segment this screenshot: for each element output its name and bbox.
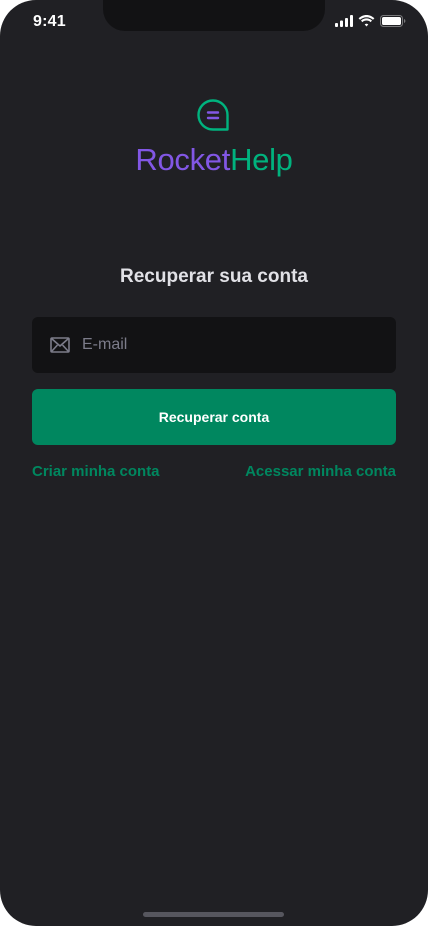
page-title: Recuperar sua conta	[120, 266, 308, 287]
cellular-signal-icon	[335, 15, 353, 27]
brand-logotype: RocketHelp	[0, 142, 428, 178]
chat-bubble-icon	[196, 98, 230, 132]
recover-account-button[interactable]: Recuperar conta	[32, 389, 396, 445]
status-time: 9:41	[33, 13, 66, 30]
access-account-link[interactable]: Acessar minha conta	[245, 463, 396, 480]
app-screen: 9:41 RocketHelp Recuperar sua conta E-ma…	[0, 0, 428, 926]
email-field[interactable]	[32, 317, 396, 373]
brand-name-part2: Help	[230, 142, 293, 177]
email-input[interactable]	[80, 324, 380, 366]
create-account-link[interactable]: Criar minha conta	[32, 463, 160, 480]
home-indicator[interactable]	[143, 912, 284, 917]
status-icons	[335, 15, 406, 27]
wifi-icon	[358, 15, 375, 27]
envelope-icon	[49, 334, 71, 356]
device-notch	[103, 0, 325, 31]
battery-icon	[380, 15, 406, 27]
brand-name-part1: Rocket	[135, 142, 231, 177]
